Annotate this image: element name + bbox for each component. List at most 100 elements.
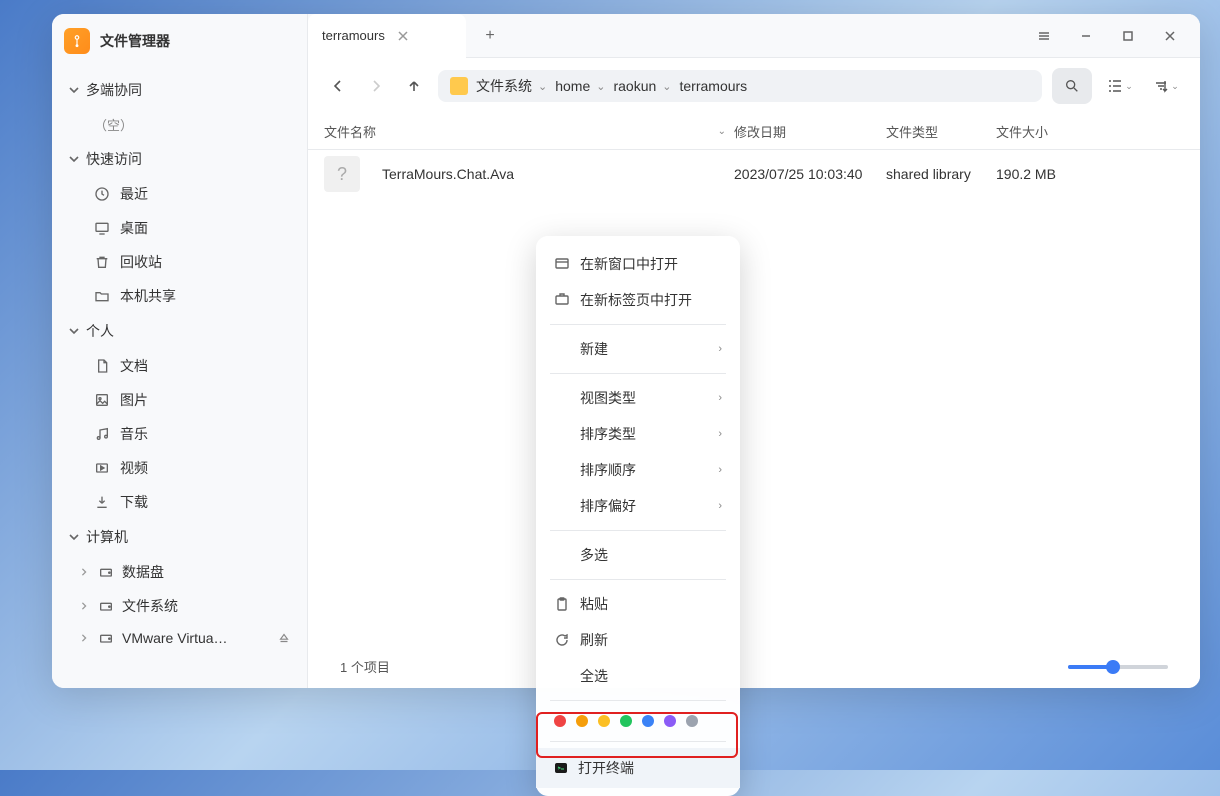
color-tag-orange[interactable] <box>576 715 588 727</box>
up-button[interactable] <box>400 72 428 100</box>
menu-sort-type[interactable]: 排序类型 › <box>536 416 740 452</box>
breadcrumb-seg-home[interactable]: home⌄ <box>555 78 605 94</box>
zoom-thumb[interactable] <box>1106 660 1120 674</box>
chevron-down-icon <box>68 84 80 96</box>
tab-close-button[interactable] <box>397 30 411 42</box>
menu-button[interactable] <box>1026 21 1062 51</box>
eject-icon[interactable] <box>277 631 291 645</box>
content-area[interactable]: 文件名称⌄ 修改日期 文件类型 文件大小 ? TerraMours.Chat.A… <box>308 114 1200 649</box>
file-date: 2023/07/25 10:03:40 <box>734 166 886 182</box>
sidebar-header: 文件管理器 <box>52 14 307 68</box>
back-button[interactable] <box>324 72 352 100</box>
color-tag-green[interactable] <box>620 715 632 727</box>
sidebar-item-desktop[interactable]: 桌面 <box>60 211 299 245</box>
chevron-down-icon: ⌄ <box>596 80 605 93</box>
menu-open-terminal[interactable]: 打开终端 <box>536 748 740 788</box>
view-mode-button[interactable]: ⌄ <box>1102 72 1138 100</box>
folder-icon <box>450 77 468 95</box>
sidebar-item-downloads[interactable]: 下载 <box>60 485 299 519</box>
tab-title: terramours <box>322 28 385 43</box>
section-label: 个人 <box>86 321 114 341</box>
chevron-down-icon <box>68 153 80 165</box>
menu-sort-pref[interactable]: 排序偏好 › <box>536 488 740 524</box>
section-label: 计算机 <box>86 527 128 547</box>
sidebar-item-music[interactable]: 音乐 <box>60 417 299 451</box>
sidebar-item-vmware[interactable]: VMware Virtua… <box>60 623 299 653</box>
sidebar-item-label: 文档 <box>120 356 148 376</box>
breadcrumb-root[interactable]: 文件系统⌄ <box>476 76 547 96</box>
tab-current[interactable]: terramours <box>308 14 466 58</box>
sidebar-item-recent[interactable]: 最近 <box>60 177 299 211</box>
color-tag-gray[interactable] <box>686 715 698 727</box>
col-size[interactable]: 文件大小 <box>996 122 1184 141</box>
search-button[interactable] <box>1052 68 1092 104</box>
refresh-icon <box>554 632 570 648</box>
statusbar: 1 个项目 <box>308 649 1200 688</box>
section-sync[interactable]: 多端协同 <box>60 72 299 108</box>
context-menu: 在新窗口中打开 在新标签页中打开 新建 › 视图类型 › 排序类型 › 排序顺序… <box>536 236 740 796</box>
file-type: shared library <box>886 166 996 182</box>
menu-open-new-tab[interactable]: 在新标签页中打开 <box>536 282 740 318</box>
menu-open-new-window[interactable]: 在新窗口中打开 <box>536 246 740 282</box>
sidebar-item-videos[interactable]: 视频 <box>60 451 299 485</box>
menu-new[interactable]: 新建 › <box>536 331 740 367</box>
sidebar-item-pictures[interactable]: 图片 <box>60 383 299 417</box>
forward-button[interactable] <box>362 72 390 100</box>
menu-sort-order[interactable]: 排序顺序 › <box>536 452 740 488</box>
section-personal[interactable]: 个人 <box>60 313 299 349</box>
section-quick[interactable]: 快速访问 <box>60 141 299 177</box>
file-name-cell: ? TerraMours.Chat.Ava <box>324 156 734 192</box>
col-date[interactable]: 修改日期 <box>734 122 886 141</box>
menu-multi-select[interactable]: 多选 <box>536 537 740 573</box>
sidebar-item-label: VMware Virtua… <box>122 630 228 646</box>
terminal-icon <box>554 761 568 775</box>
menu-refresh[interactable]: 刷新 <box>536 622 740 658</box>
chevron-right-icon: › <box>718 392 722 404</box>
menu-select-all[interactable]: 全选 <box>536 658 740 694</box>
color-tag-yellow[interactable] <box>598 715 610 727</box>
sidebar-item-label: 回收站 <box>120 252 162 272</box>
color-tag-purple[interactable] <box>664 715 676 727</box>
breadcrumb-seg-user[interactable]: raokun⌄ <box>613 78 671 94</box>
chevron-right-icon: › <box>718 464 722 476</box>
menu-view-type[interactable]: 视图类型 › <box>536 380 740 416</box>
chevron-right-icon: › <box>718 343 722 355</box>
chevron-right-icon <box>80 602 90 610</box>
unknown-file-icon: ? <box>324 156 360 192</box>
sidebar-item-label: 数据盘 <box>122 562 164 582</box>
sidebar-item-share[interactable]: 本机共享 <box>60 279 299 313</box>
chevron-right-icon: › <box>718 500 722 512</box>
sidebar-item-datadisk[interactable]: 数据盘 <box>60 555 299 589</box>
section-label: 快速访问 <box>86 149 142 169</box>
breadcrumb-seg-current[interactable]: terramours <box>680 78 748 94</box>
menu-paste[interactable]: 粘贴 <box>536 586 740 622</box>
section-computer[interactable]: 计算机 <box>60 519 299 555</box>
sort-button[interactable]: ⌄ <box>1148 72 1184 100</box>
sidebar-item-trash[interactable]: 回收站 <box>60 245 299 279</box>
breadcrumb[interactable]: 文件系统⌄ home⌄ raokun⌄ terramours <box>438 70 1042 102</box>
menu-separator <box>550 373 726 374</box>
main-panel: terramours + 文件系统⌄ home⌄ raokun⌄ terramo… <box>308 14 1200 688</box>
col-type[interactable]: 文件类型 <box>886 122 996 141</box>
minimize-button[interactable] <box>1068 21 1104 51</box>
sidebar-item-label: 桌面 <box>120 218 148 238</box>
section-label: 多端协同 <box>86 80 142 100</box>
video-icon <box>94 460 110 476</box>
color-tag-blue[interactable] <box>642 715 654 727</box>
table-row[interactable]: ? TerraMours.Chat.Ava 2023/07/25 10:03:4… <box>308 150 1200 198</box>
menu-separator <box>550 700 726 701</box>
close-button[interactable] <box>1152 21 1188 51</box>
color-tag-red[interactable] <box>554 715 566 727</box>
menu-label: 在新窗口中打开 <box>580 254 678 274</box>
col-name[interactable]: 文件名称⌄ <box>324 122 734 141</box>
tab-add-button[interactable]: + <box>474 20 506 52</box>
download-icon <box>94 494 110 510</box>
sidebar-item-documents[interactable]: 文档 <box>60 349 299 383</box>
zoom-slider[interactable] <box>1068 665 1168 669</box>
menu-label: 打开终端 <box>578 758 634 778</box>
document-icon <box>94 358 110 374</box>
sidebar-item-filesystem[interactable]: 文件系统 <box>60 589 299 623</box>
app-title: 文件管理器 <box>100 31 170 51</box>
maximize-button[interactable] <box>1110 21 1146 51</box>
sync-empty: （空） <box>60 108 299 141</box>
